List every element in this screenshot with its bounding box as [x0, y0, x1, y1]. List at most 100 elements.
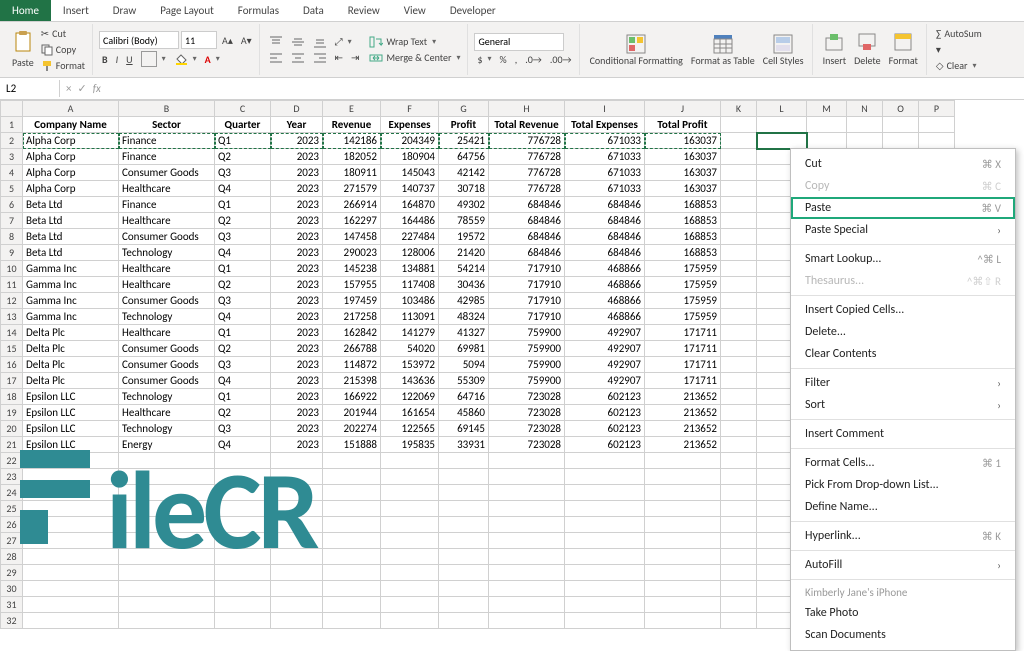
cell-A12[interactable]: Gamma Inc — [23, 293, 119, 309]
wrap-text-button[interactable]: Wrap Text▾ — [366, 34, 463, 49]
cell-E15[interactable]: 266788 — [323, 341, 381, 357]
cell-B17[interactable]: Consumer Goods — [119, 373, 215, 389]
cell-B7[interactable]: Healthcare — [119, 213, 215, 229]
cell-K16[interactable] — [721, 357, 757, 373]
cell-D17[interactable]: 2023 — [271, 373, 323, 389]
cell-K3[interactable] — [721, 149, 757, 165]
cm-take-photo[interactable]: Take Photo — [791, 602, 1015, 624]
decrease-decimal-button[interactable]: .00→ — [547, 52, 575, 67]
cell-J23[interactable] — [645, 469, 721, 485]
header-cell[interactable] — [847, 117, 883, 133]
cell-F6[interactable]: 164870 — [381, 197, 439, 213]
cell-K31[interactable] — [721, 597, 757, 613]
header-cell[interactable]: Total Revenue — [489, 117, 565, 133]
cell-E4[interactable]: 180911 — [323, 165, 381, 181]
cell-I25[interactable] — [565, 501, 645, 517]
cell-D8[interactable]: 2023 — [271, 229, 323, 245]
cell-A10[interactable]: Gamma Inc — [23, 261, 119, 277]
cell-E12[interactable]: 197459 — [323, 293, 381, 309]
cell-G6[interactable]: 49302 — [439, 197, 489, 213]
col-header-I[interactable]: I — [565, 101, 645, 117]
align-bottom-button[interactable] — [310, 35, 330, 49]
header-cell[interactable] — [721, 117, 757, 133]
cell-F22[interactable] — [381, 453, 439, 469]
cell-A16[interactable]: Delta Plc — [23, 357, 119, 373]
cell-C14[interactable]: Q1 — [215, 325, 271, 341]
cell-G8[interactable]: 19572 — [439, 229, 489, 245]
cell-E21[interactable]: 151888 — [323, 437, 381, 453]
cell-F31[interactable] — [381, 597, 439, 613]
cell-I24[interactable] — [565, 485, 645, 501]
cell-F29[interactable] — [381, 565, 439, 581]
row-header-7[interactable]: 7 — [1, 213, 23, 229]
merge-center-button[interactable]: Merge & Center▾ — [366, 50, 463, 65]
cell-H25[interactable] — [489, 501, 565, 517]
align-top-button[interactable] — [266, 35, 286, 49]
increase-decimal-button[interactable]: .0→ — [522, 52, 545, 67]
cell-G23[interactable] — [439, 469, 489, 485]
cell-B15[interactable]: Consumer Goods — [119, 341, 215, 357]
cell-G26[interactable] — [439, 517, 489, 533]
cell-K5[interactable] — [721, 181, 757, 197]
cm-paste-special[interactable]: Paste Special› — [791, 219, 1015, 241]
cell-K6[interactable] — [721, 197, 757, 213]
col-header-J[interactable]: J — [645, 101, 721, 117]
cell-K9[interactable] — [721, 245, 757, 261]
cm-thesaurus[interactable]: Thesaurus...^⌘⇧ R — [791, 270, 1015, 292]
cell-H14[interactable]: 759900 — [489, 325, 565, 341]
row-header-2[interactable]: 2 — [1, 133, 23, 149]
col-header-H[interactable]: H — [489, 101, 565, 117]
format-painter-button[interactable]: Format — [38, 58, 88, 73]
row-header-17[interactable]: 17 — [1, 373, 23, 389]
cell-D3[interactable]: 2023 — [271, 149, 323, 165]
bold-button[interactable]: B — [99, 52, 111, 67]
cell-B32[interactable] — [119, 613, 215, 629]
cell-I27[interactable] — [565, 533, 645, 549]
cell-styles-button[interactable]: Cell Styles — [759, 32, 808, 68]
cell-K18[interactable] — [721, 389, 757, 405]
cell-F2[interactable]: 204349 — [381, 133, 439, 149]
cell-H6[interactable]: 684846 — [489, 197, 565, 213]
col-header-P[interactable]: P — [919, 101, 955, 117]
cell-C32[interactable] — [215, 613, 271, 629]
cell-J13[interactable]: 175959 — [645, 309, 721, 325]
cell-B3[interactable]: Finance — [119, 149, 215, 165]
cell-D16[interactable]: 2023 — [271, 357, 323, 373]
cell-D11[interactable]: 2023 — [271, 277, 323, 293]
cell-J12[interactable]: 175959 — [645, 293, 721, 309]
cell-C5[interactable]: Q4 — [215, 181, 271, 197]
cell-E13[interactable]: 217258 — [323, 309, 381, 325]
cell-K12[interactable] — [721, 293, 757, 309]
font-name-select[interactable] — [99, 31, 179, 49]
enter-formula-icon[interactable]: ✓ — [77, 82, 86, 95]
cell-F30[interactable] — [381, 581, 439, 597]
cell-K19[interactable] — [721, 405, 757, 421]
cell-K10[interactable] — [721, 261, 757, 277]
cell-K14[interactable] — [721, 325, 757, 341]
cell-E5[interactable]: 271579 — [323, 181, 381, 197]
comma-button[interactable]: , — [512, 52, 521, 67]
cell-D9[interactable]: 2023 — [271, 245, 323, 261]
cell-D19[interactable]: 2023 — [271, 405, 323, 421]
cell-A19[interactable]: Epsilon LLC — [23, 405, 119, 421]
cell-E26[interactable] — [323, 517, 381, 533]
cell-E6[interactable]: 266914 — [323, 197, 381, 213]
cell-C19[interactable]: Q2 — [215, 405, 271, 421]
cell-I18[interactable]: 602123 — [565, 389, 645, 405]
cell-K20[interactable] — [721, 421, 757, 437]
cell-A15[interactable]: Delta Plc — [23, 341, 119, 357]
cell-G20[interactable]: 69145 — [439, 421, 489, 437]
cell-F3[interactable]: 180904 — [381, 149, 439, 165]
align-center-button[interactable] — [288, 51, 308, 65]
cell-J29[interactable] — [645, 565, 721, 581]
cell-J26[interactable] — [645, 517, 721, 533]
cell-G32[interactable] — [439, 613, 489, 629]
cell-D4[interactable]: 2023 — [271, 165, 323, 181]
cell-J3[interactable]: 163037 — [645, 149, 721, 165]
cell-C16[interactable]: Q3 — [215, 357, 271, 373]
increase-indent-button[interactable]: ⇥ — [348, 50, 362, 65]
tab-data[interactable]: Data — [291, 0, 336, 21]
col-header-O[interactable]: O — [883, 101, 919, 117]
tab-draw[interactable]: Draw — [101, 0, 148, 21]
cell-F18[interactable]: 122069 — [381, 389, 439, 405]
